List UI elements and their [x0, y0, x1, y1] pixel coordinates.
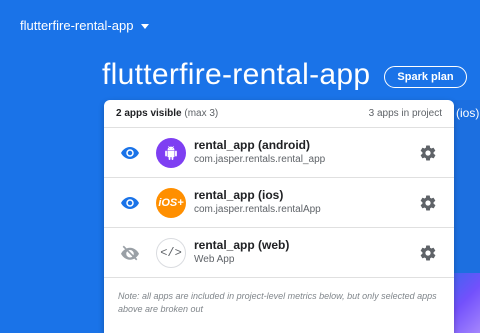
app-info: rental_app (android) com.jasper.rentals.… — [194, 138, 418, 167]
project-selector[interactable]: flutterfire-rental-app — [20, 18, 150, 33]
app-package-id: com.jasper.rentals.rentalApp — [194, 204, 321, 215]
page-title: flutterfire-rental-app — [102, 58, 371, 91]
app-name: rental_app (ios) — [194, 188, 284, 202]
visibility-eye-icon[interactable] — [120, 143, 140, 163]
visibility-eye-icon[interactable] — [120, 193, 140, 213]
android-icon — [156, 137, 186, 168]
web-code-icon: </> — [156, 237, 186, 268]
app-row-ios: iOS+ rental_app (ios) com.jasper.rentals… — [104, 178, 454, 228]
spark-plan-button[interactable]: Spark plan — [384, 66, 467, 88]
metrics-note: Note: all apps are included in project-l… — [118, 291, 437, 314]
settings-gear-icon[interactable] — [418, 243, 438, 263]
project-app-count: 3 apps in project — [368, 108, 442, 119]
side-app-label: (ios) — [456, 106, 480, 120]
visible-count-label: 2 apps visible — [116, 108, 182, 119]
visibility-off-icon[interactable] — [120, 243, 140, 263]
project-selector-label: flutterfire-rental-app — [20, 18, 134, 33]
app-package-id: Web App — [194, 254, 235, 265]
ios-icon: iOS+ — [156, 187, 186, 218]
app-name: rental_app (android) — [194, 138, 311, 152]
visible-count: 2 apps visible (max 3) — [116, 108, 218, 119]
app-row-web: </> rental_app (web) Web App — [104, 228, 454, 278]
apps-visibility-card: 2 apps visible (max 3) 3 apps in project… — [104, 100, 454, 333]
app-info: rental_app (ios) com.jasper.rentals.rent… — [194, 188, 418, 217]
settings-gear-icon[interactable] — [418, 193, 438, 213]
chevron-down-icon — [141, 24, 150, 29]
card-header: 2 apps visible (max 3) 3 apps in project — [104, 100, 454, 128]
app-row-android: rental_app (android) com.jasper.rentals.… — [104, 128, 454, 178]
app-name: rental_app (web) — [194, 238, 290, 252]
app-info: rental_app (web) Web App — [194, 238, 418, 267]
app-package-id: com.jasper.rentals.rental_app — [194, 154, 326, 165]
visible-max-label: (max 3) — [181, 108, 219, 119]
settings-gear-icon[interactable] — [418, 143, 438, 163]
page-header: flutterfire-rental-app Spark plan — [102, 58, 467, 92]
